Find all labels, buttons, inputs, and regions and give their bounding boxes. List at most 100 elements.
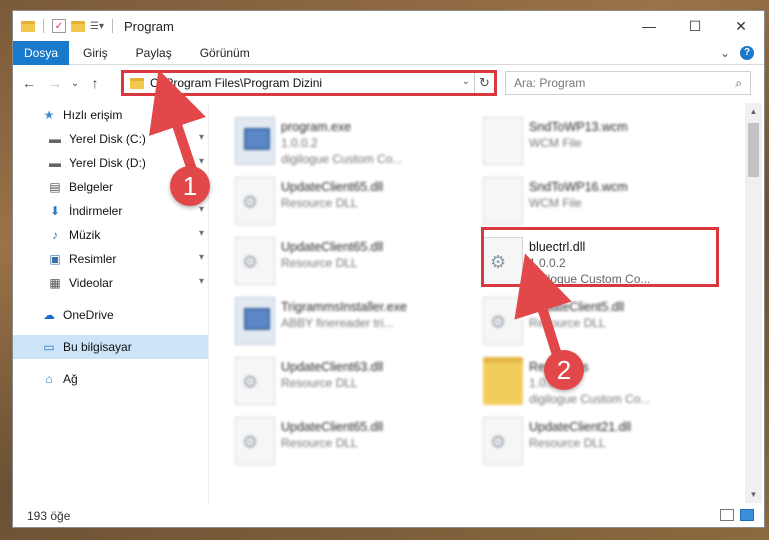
sidebar-item-label: Hızlı erişim bbox=[63, 108, 123, 122]
sidebar-item-local-disk-c[interactable]: ▬ Yerel Disk (C:) ▾ bbox=[13, 127, 208, 151]
search-input[interactable]: Ara: Program bbox=[514, 76, 585, 90]
sidebar-item-music[interactable]: ♪ Müzik ▾ bbox=[13, 223, 208, 247]
sidebar-item-label: Yerel Disk (C:) bbox=[69, 132, 146, 146]
file-item[interactable]: program.exe 1.0.0.2 digilogue Custom Co... bbox=[213, 113, 453, 169]
file-company: digilogue Custom Co... bbox=[281, 152, 403, 166]
explorer-window: ✓ ☰▾ Program — ☐ ✕ Dosya Giriş Paylaş Gö… bbox=[12, 10, 765, 528]
sidebar-item-label: OneDrive bbox=[63, 308, 114, 322]
file-name: UpdateClient63.dll bbox=[281, 360, 384, 374]
file-item[interactable]: ⚙ UpdateClient65.dll Resource DLL bbox=[213, 233, 453, 289]
sidebar-item-videos[interactable]: ▦ Videolar ▾ bbox=[13, 271, 208, 295]
file-name: UpdateClient65.dll bbox=[281, 240, 384, 254]
tiles-view-icon[interactable] bbox=[740, 509, 754, 521]
address-path[interactable]: C:\Program Files\Program Dizini bbox=[150, 76, 322, 90]
gear-icon: ⚙ bbox=[490, 432, 507, 452]
quick-access-toolbar: ✓ ☰▾ bbox=[13, 19, 116, 33]
file-item[interactable]: ⚙ UpdateClient21.dll Resource DLL bbox=[461, 413, 701, 469]
pin-icon[interactable]: ▾ bbox=[199, 252, 204, 263]
pin-icon[interactable]: ▾ bbox=[199, 276, 204, 287]
file-name: UpdateClient21.dll bbox=[529, 420, 632, 434]
file-item[interactable]: TrigrammsInstaller.exe ABBY finereader tr… bbox=[213, 293, 453, 349]
pin-icon[interactable]: ▾ bbox=[199, 228, 204, 239]
tab-home[interactable]: Giriş bbox=[69, 46, 122, 60]
gear-icon: ⚙ bbox=[242, 192, 259, 212]
scroll-down-icon[interactable]: ▼ bbox=[745, 486, 762, 503]
maximize-button[interactable]: ☐ bbox=[672, 11, 718, 41]
sidebar-item-network[interactable]: ⌂ Ağ bbox=[13, 367, 208, 391]
status-bar: 193 öğe bbox=[13, 505, 764, 527]
navigation-pane: ★ Hızlı erişim ▬ Yerel Disk (C:) ▾ ▬ Yer… bbox=[13, 103, 209, 503]
file-type: WCM File bbox=[529, 196, 582, 210]
sidebar-item-label: Videolar bbox=[69, 276, 113, 290]
title-bar: ✓ ☰▾ Program — ☐ ✕ bbox=[13, 11, 764, 41]
folder-icon bbox=[124, 77, 144, 89]
gear-icon: ⚙ bbox=[242, 252, 259, 272]
navigation-bar: ← → ⌄ ↑ C:\Program Files\Program Dizini … bbox=[13, 67, 764, 99]
file-name: TrigrammsInstaller.exe bbox=[281, 300, 407, 314]
sidebar-item-this-pc[interactable]: ▭ Bu bilgisayar bbox=[13, 335, 208, 359]
customize-toolbar-icon[interactable]: ☰▾ bbox=[90, 21, 104, 32]
minimize-button[interactable]: — bbox=[626, 11, 672, 41]
scrollbar-thumb[interactable] bbox=[748, 123, 759, 177]
view-toggle bbox=[720, 509, 754, 521]
search-box[interactable]: Ara: Program ⌕ bbox=[505, 71, 751, 95]
file-version: 1.0.0.2 bbox=[281, 136, 318, 150]
file-type: Resource DLL bbox=[529, 316, 606, 330]
file-item[interactable]: SndToWP16.wcm WCM File bbox=[461, 173, 701, 229]
dll-file-icon: ⚙ bbox=[235, 357, 275, 405]
pin-icon[interactable]: ▾ bbox=[199, 204, 204, 215]
annotation-badge-1: 1 bbox=[170, 166, 210, 206]
up-button[interactable]: ↑ bbox=[85, 75, 105, 91]
file-item[interactable]: ⚙ UpdateClient65.dll Resource DLL bbox=[213, 173, 453, 229]
dll-file-icon: ⚙ bbox=[483, 417, 523, 465]
annotation-badge-2: 2 bbox=[544, 350, 584, 390]
file-item[interactable]: ⚙ UpdateClient5.dll Resource DLL bbox=[461, 293, 701, 349]
file-name: SndToWP16.wcm bbox=[529, 180, 628, 194]
file-item[interactable]: SndToWP13.wcm WCM File bbox=[461, 113, 701, 169]
recent-locations-button[interactable]: ⌄ bbox=[65, 78, 85, 89]
folder-icon bbox=[21, 20, 35, 32]
file-company: digilogue Custom Co... bbox=[529, 392, 651, 406]
file-item[interactable]: ⚙ UpdateClient63.dll Resource DLL bbox=[213, 353, 453, 409]
tab-file[interactable]: Dosya bbox=[13, 40, 69, 65]
drive-icon: ▬ bbox=[49, 132, 61, 146]
new-folder-icon[interactable] bbox=[71, 20, 85, 32]
tab-view[interactable]: Görünüm bbox=[186, 46, 264, 60]
gear-icon: ⚙ bbox=[242, 372, 259, 392]
sidebar-item-onedrive[interactable]: ☁ OneDrive bbox=[13, 303, 208, 327]
expand-ribbon-icon[interactable]: ⌄ bbox=[720, 46, 730, 60]
sidebar-item-pictures[interactable]: ▣ Resimler ▾ bbox=[13, 247, 208, 271]
cloud-icon: ☁ bbox=[43, 308, 55, 322]
pin-icon[interactable]: ▾ bbox=[199, 132, 204, 143]
file-item[interactable]: ⚙ UpdateClient65.dll Resource DLL bbox=[213, 413, 453, 469]
tab-share[interactable]: Paylaş bbox=[122, 46, 186, 60]
back-button[interactable]: ← bbox=[19, 75, 39, 91]
sidebar-item-label: İndirmeler bbox=[69, 204, 123, 218]
gear-icon: ⚙ bbox=[242, 432, 259, 452]
file-type: WCM File bbox=[529, 136, 582, 150]
address-dropdown-icon[interactable]: ⌄ bbox=[462, 76, 470, 87]
vertical-scrollbar[interactable]: ▲ ▼ bbox=[745, 103, 762, 503]
pictures-icon: ▣ bbox=[49, 252, 61, 266]
close-button[interactable]: ✕ bbox=[718, 11, 764, 41]
sidebar-item-label: Ağ bbox=[63, 372, 78, 386]
address-bar[interactable]: C:\Program Files\Program Dizini ⌄ ↻ bbox=[121, 70, 497, 96]
refresh-button[interactable]: ↻ bbox=[474, 73, 494, 93]
pin-icon[interactable]: ▾ bbox=[199, 156, 204, 167]
exe-file-icon bbox=[235, 117, 275, 165]
file-list: program.exe 1.0.0.2 digilogue Custom Co...… bbox=[213, 103, 747, 507]
search-icon: ⌕ bbox=[735, 76, 742, 90]
properties-icon[interactable]: ✓ bbox=[52, 19, 66, 33]
file-name: SndToWP13.wcm bbox=[529, 120, 628, 134]
drive-icon: ▬ bbox=[49, 156, 61, 170]
dll-file-icon: ⚙ bbox=[483, 297, 523, 345]
folder-icon bbox=[483, 357, 523, 405]
scroll-up-icon[interactable]: ▲ bbox=[745, 103, 762, 120]
sidebar-item-label: Bu bilgisayar bbox=[63, 340, 132, 354]
sidebar-item-quick-access[interactable]: ★ Hızlı erişim bbox=[13, 103, 208, 127]
wcm-file-icon bbox=[483, 177, 523, 225]
file-name: program.exe bbox=[281, 120, 352, 134]
forward-button[interactable]: → bbox=[45, 75, 65, 91]
details-view-icon[interactable] bbox=[720, 509, 734, 521]
help-icon[interactable]: ? bbox=[740, 45, 754, 60]
